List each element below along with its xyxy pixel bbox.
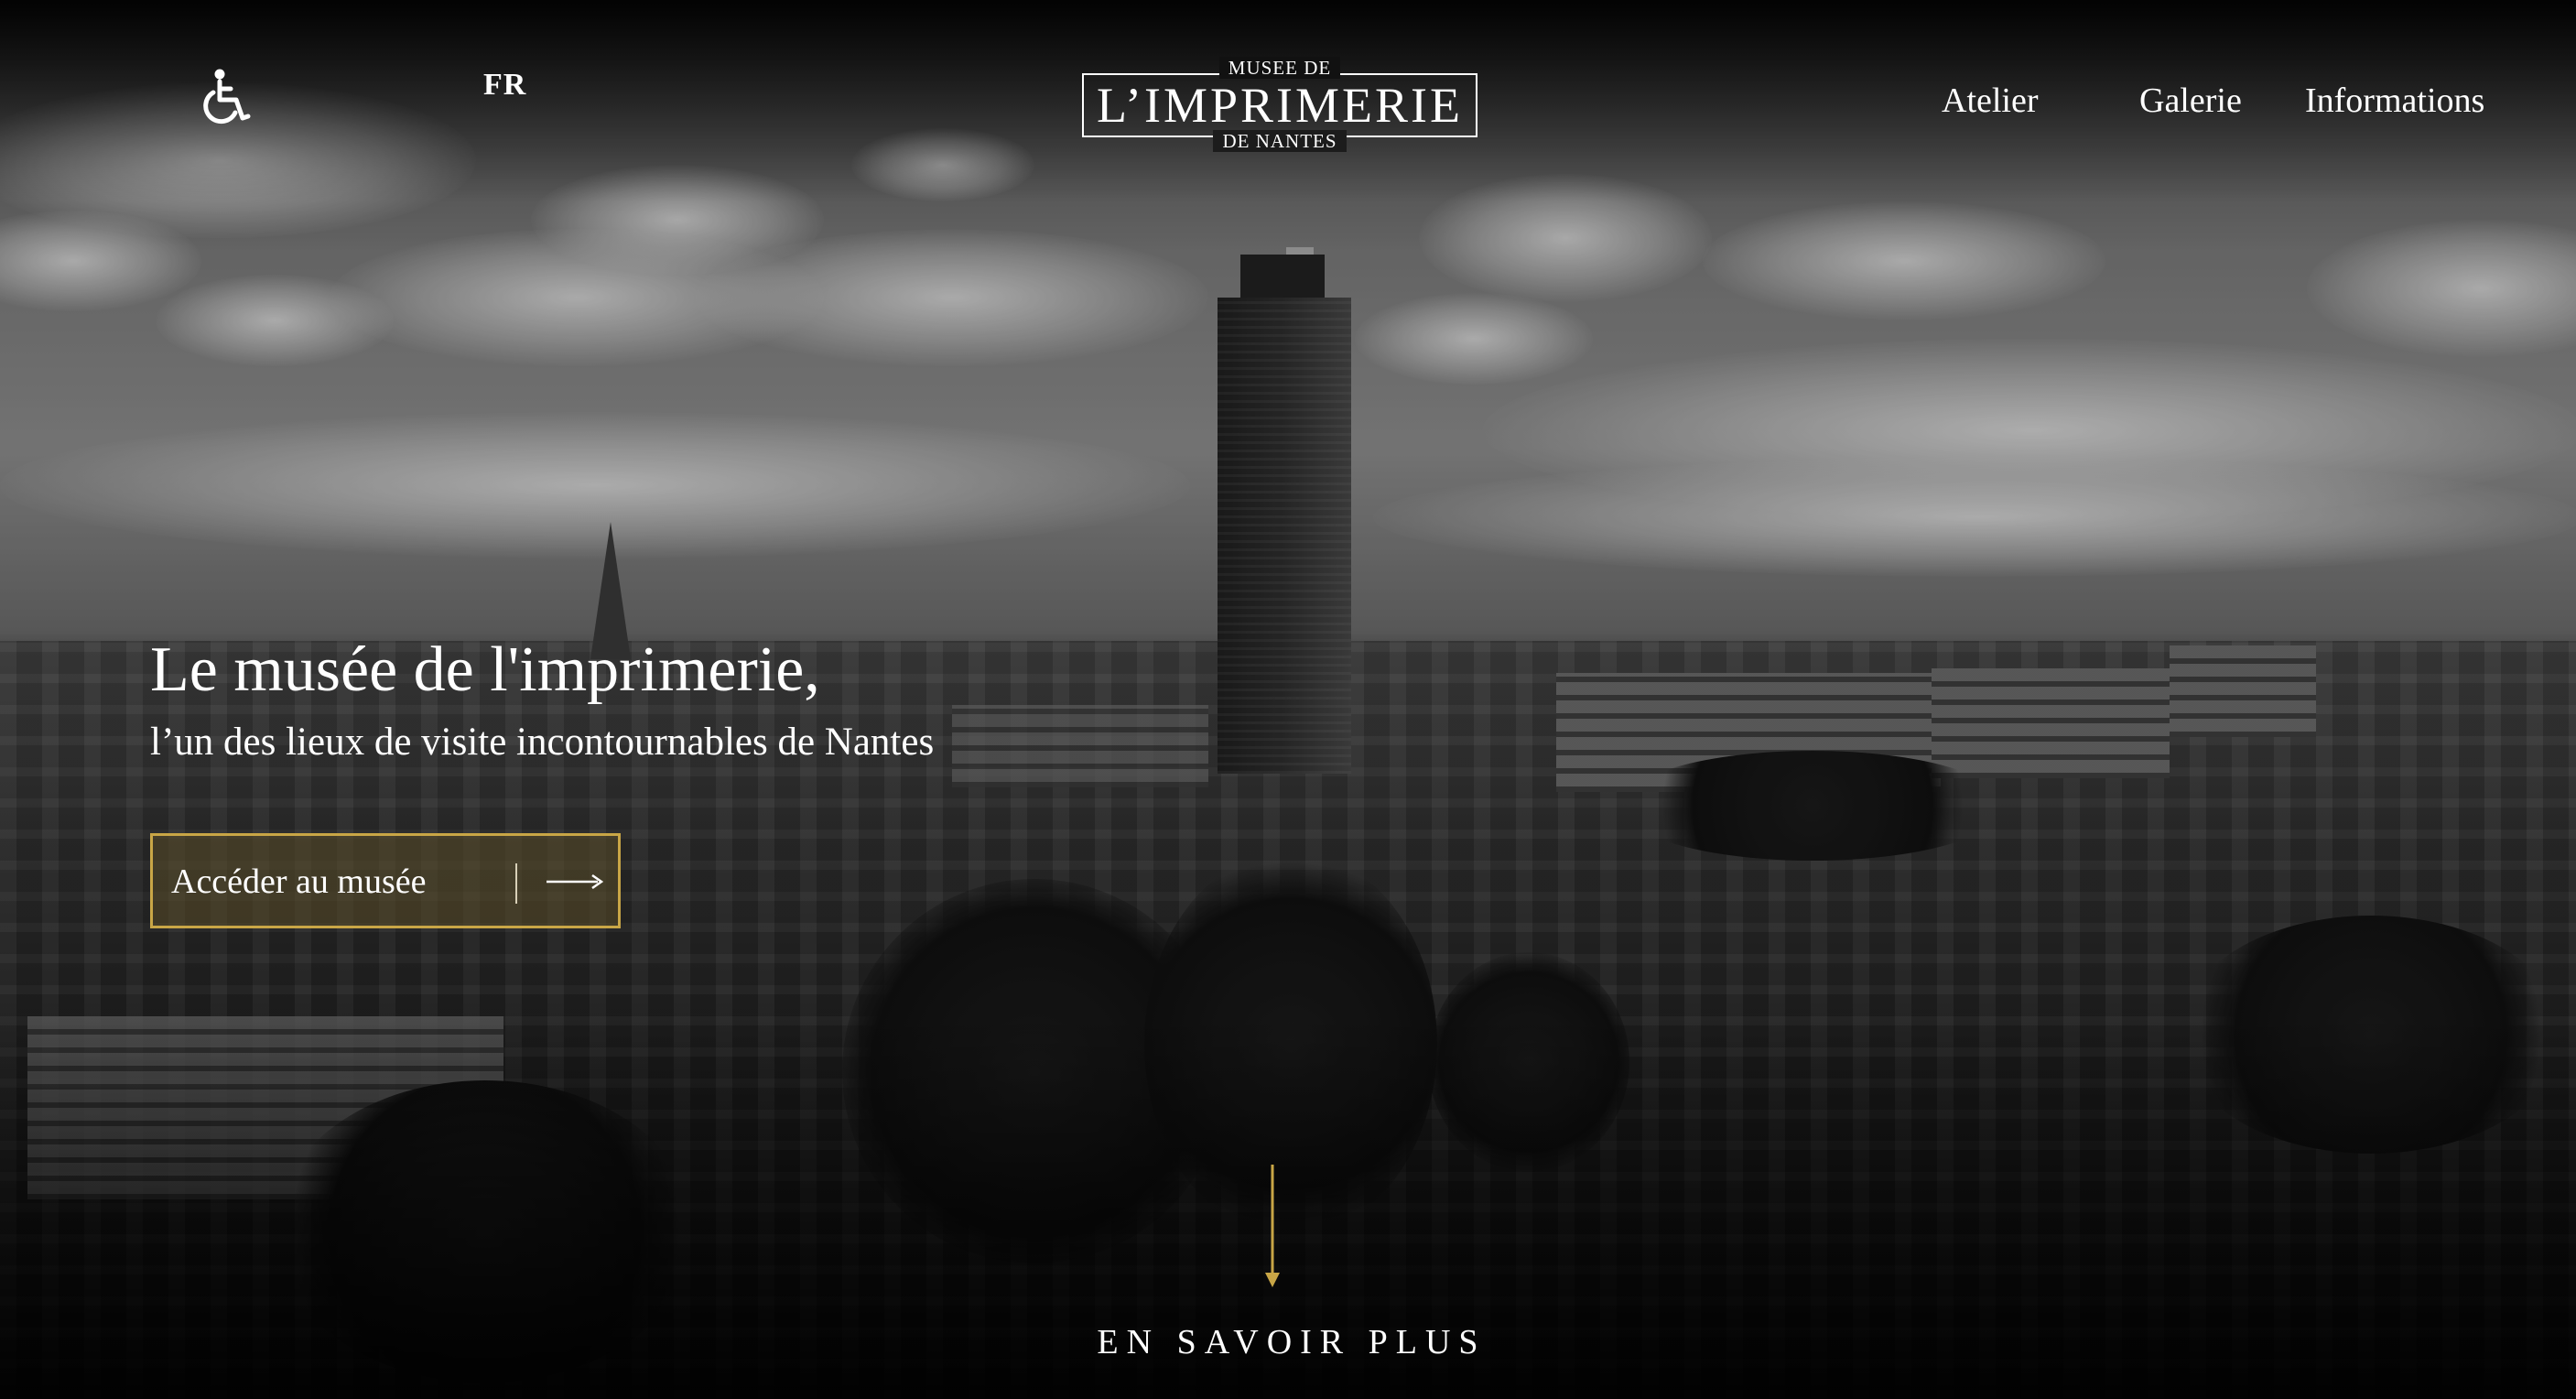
- museum-logo[interactable]: MUSEE DE L’IMPRIMERIE DE NANTES: [1082, 57, 1477, 154]
- nav-link-informations[interactable]: Informations: [2305, 81, 2484, 121]
- nav-link-galerie[interactable]: Galerie: [2139, 81, 2242, 121]
- hero-section: FR MUSEE DE L’IMPRIMERIE DE NANTES Ateli…: [0, 0, 2576, 1399]
- nav-link-atelier[interactable]: Atelier: [1942, 81, 2039, 121]
- accessibility-button[interactable]: [200, 69, 253, 127]
- arrow-down-icon[interactable]: [1261, 1165, 1283, 1289]
- hero-title: Le musée de l'imprimerie,: [150, 634, 820, 705]
- language-selector[interactable]: FR: [483, 68, 526, 103]
- learn-more-link[interactable]: EN SAVOIR PLUS: [0, 1322, 2576, 1362]
- access-museum-button[interactable]: Accéder au musée: [150, 833, 621, 928]
- access-museum-label: Accéder au musée: [171, 862, 427, 901]
- logo-top-text: MUSEE DE: [1218, 57, 1341, 79]
- wheelchair-icon: [203, 69, 251, 125]
- logo-bottom-text: DE NANTES: [1213, 130, 1347, 152]
- button-divider: [515, 863, 517, 904]
- hero-subtitle: l’un des lieux de visite incontournables…: [150, 721, 935, 764]
- logo-main-text: L’IMPRIMERIE: [1096, 78, 1464, 133]
- site-header: FR MUSEE DE L’IMPRIMERIE DE NANTES Ateli…: [0, 0, 2576, 174]
- arrow-right-icon: [547, 873, 604, 890]
